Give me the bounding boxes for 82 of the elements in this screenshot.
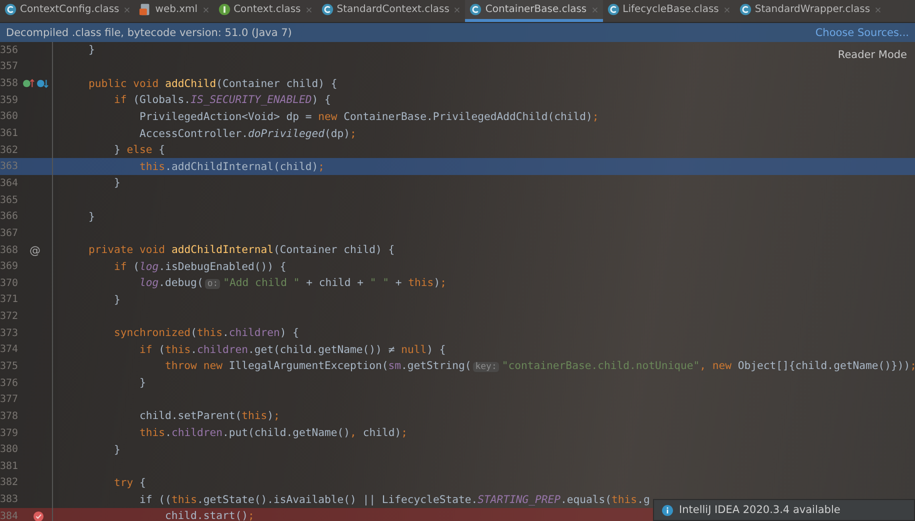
- implemented-method-icon[interactable]: [22, 78, 34, 90]
- close-icon[interactable]: [454, 6, 460, 12]
- code-line: }: [88, 44, 95, 56]
- editor-tab[interactable]: ContainerBase.class: [465, 0, 603, 22]
- code-line: child.setParent(this);: [138, 410, 280, 422]
- line-number: 357: [0, 61, 18, 72]
- class-file-icon: [738, 3, 752, 16]
- line-number: 358: [0, 78, 18, 90]
- code-line: private void addChildInternal(Container child) {: [88, 244, 395, 256]
- line-number: 356: [0, 44, 18, 56]
- code-line: }: [138, 377, 146, 390]
- overriding-method-icon[interactable]: [36, 78, 48, 90]
- code-line: synchronized(this.children) {: [113, 327, 300, 340]
- reader-mode-button[interactable]: Reader Mode: [838, 49, 907, 61]
- code-line: throw new IllegalArgumentException(sm.getString( key: "containerBase.child.notUnique", new Object[]{child.getName()}));: [164, 360, 915, 372]
- line-number: 366: [0, 211, 18, 222]
- editor-tab[interactable]: StandardWrapper.class: [734, 0, 886, 22]
- close-icon[interactable]: [875, 6, 882, 12]
- line-number: 362: [0, 144, 18, 156]
- class-file-icon: [606, 3, 620, 16]
- line-number: 370: [0, 278, 18, 289]
- editor-tab[interactable]: ContextConfig.class: [0, 0, 136, 22]
- interface-icon: [218, 3, 231, 16]
- editor-tab[interactable]: Context.class: [214, 0, 317, 22]
- line-number: 373: [0, 328, 18, 339]
- info-icon: [662, 504, 673, 516]
- class-file-icon: [4, 3, 17, 16]
- code-line: PrivilegedAction<Void> dp = new ContainerBase.PrivilegedAddChild(child);: [138, 110, 599, 123]
- editor-tab[interactable]: StandardContext.class: [316, 0, 466, 22]
- code-line: }: [88, 210, 95, 223]
- code-line: }: [113, 177, 120, 190]
- code-line: if (Globals.IS_SECURITY_ENABLED) {: [113, 94, 331, 106]
- breakpoint-icon[interactable]: [32, 510, 44, 521]
- line-number: 375: [0, 360, 18, 372]
- code-line: public void addChild(Container child) {: [88, 78, 338, 90]
- notification-message: IntelliJ IDEA 2020.3.4 available: [679, 504, 840, 516]
- line-number: 372: [0, 311, 18, 322]
- line-number: 381: [0, 460, 18, 472]
- code-line: } else {: [113, 144, 166, 156]
- line-number: 368: [0, 244, 18, 256]
- code-line: try {: [113, 476, 146, 489]
- update-notification[interactable]: IntelliJ IDEA 2020.3.4 available: [653, 499, 915, 521]
- code-line: if ((this.getState().isAvailable() || LifecycleState.STARTING_PREP.equals(this.g: [138, 494, 650, 506]
- code-line: this.addChildInternal(child);: [138, 160, 325, 173]
- line-number: 376: [0, 378, 18, 389]
- close-icon[interactable]: [306, 6, 312, 12]
- line-number: 383: [0, 494, 18, 506]
- line-number: 365: [0, 194, 18, 206]
- code-line: this.children.put(child.getName(), child);: [138, 427, 408, 440]
- close-icon[interactable]: [724, 6, 730, 12]
- code-line: log.debug( o: "Add child " + child + " " + this);: [138, 277, 446, 290]
- annotation-marker[interactable]: @: [30, 244, 40, 256]
- line-number: 379: [0, 428, 18, 439]
- line-number: 382: [0, 477, 18, 488]
- class-file-icon: [320, 3, 334, 16]
- line-number: 363: [0, 161, 18, 172]
- close-icon[interactable]: [202, 6, 209, 12]
- close-icon[interactable]: [592, 6, 598, 12]
- line-number: 367: [0, 228, 18, 239]
- banner-message: Decompiled .class file, bytecode version: 51.0 (Java 7): [6, 26, 292, 38]
- line-number: 384: [0, 510, 18, 521]
- code-line: }: [113, 444, 120, 456]
- line-number: 377: [0, 394, 18, 406]
- editor-tab[interactable]: LifecycleBase.class: [602, 0, 735, 22]
- line-number: 369: [0, 261, 18, 272]
- line-number: 374: [0, 344, 18, 356]
- code-line: child.start();: [164, 510, 254, 521]
- line-number: 371: [0, 294, 18, 306]
- line-number: 360: [0, 111, 18, 122]
- code-line: if (log.isDebugEnabled()) {: [113, 260, 286, 273]
- editor-tab[interactable]: web.xml: [135, 0, 214, 22]
- line-number: 378: [0, 410, 18, 422]
- line-number: 359: [0, 94, 18, 106]
- code-line: AccessController.doPrivileged(dp);: [138, 128, 356, 140]
- choose-sources-link[interactable]: Choose Sources...: [815, 26, 909, 38]
- class-file-icon: [469, 3, 482, 16]
- line-number: 380: [0, 444, 18, 456]
- close-icon[interactable]: [124, 6, 130, 12]
- line-number: 361: [0, 128, 18, 140]
- code-line: if (this.children.get(child.getName()) ≠ null) {: [138, 344, 446, 356]
- code-line: }: [113, 294, 120, 306]
- line-number: 364: [0, 178, 18, 189]
